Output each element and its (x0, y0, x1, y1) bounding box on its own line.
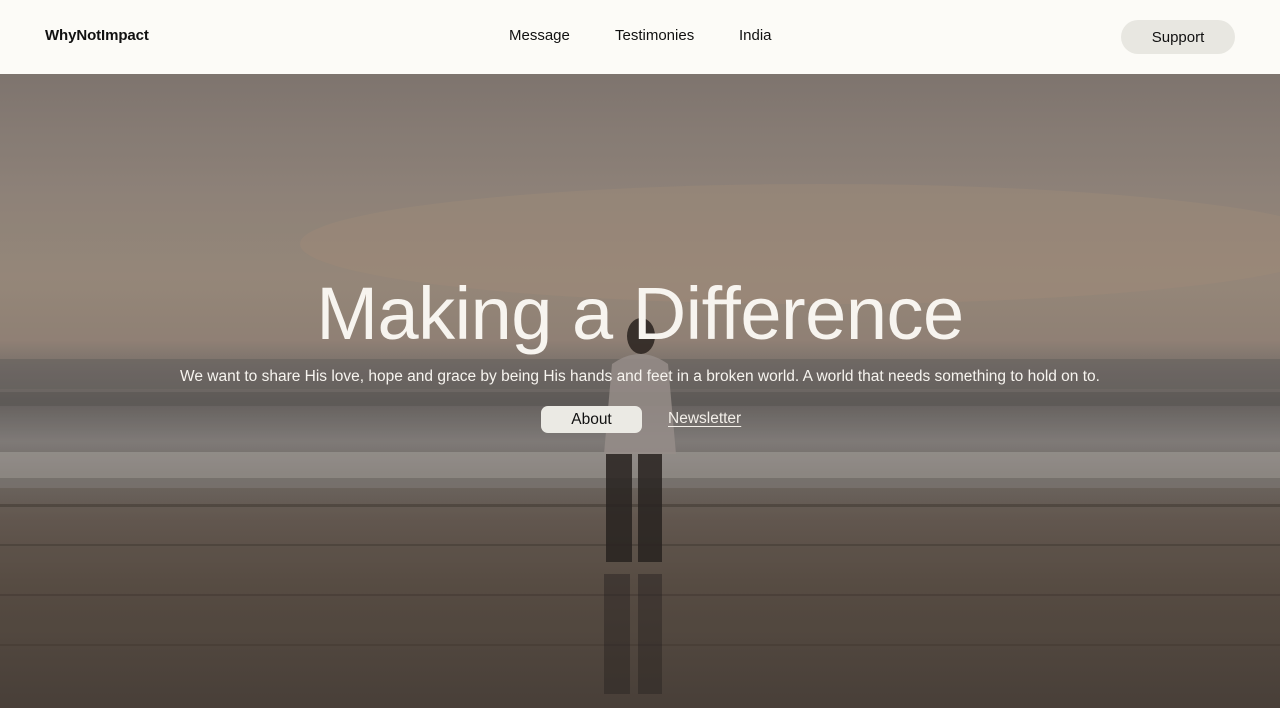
hero-subtitle: We want to share His love, hope and grac… (180, 368, 1100, 385)
about-button[interactable]: About (541, 406, 642, 433)
nav-link-message[interactable]: Message (509, 27, 570, 44)
hero-section: Making a Difference We want to share His… (0, 74, 1280, 708)
nav-link-india[interactable]: India (739, 27, 772, 44)
top-navigation-bar: WhyNotImpact Message Testimonies India S… (0, 0, 1280, 74)
newsletter-link[interactable]: Newsletter (668, 410, 741, 428)
support-button[interactable]: Support (1121, 20, 1235, 54)
hero-title: Making a Difference (316, 272, 964, 355)
main-nav: Message Testimonies India (0, 27, 1280, 47)
nav-link-testimonies[interactable]: Testimonies (615, 27, 694, 44)
hero-overlay (0, 74, 1280, 708)
